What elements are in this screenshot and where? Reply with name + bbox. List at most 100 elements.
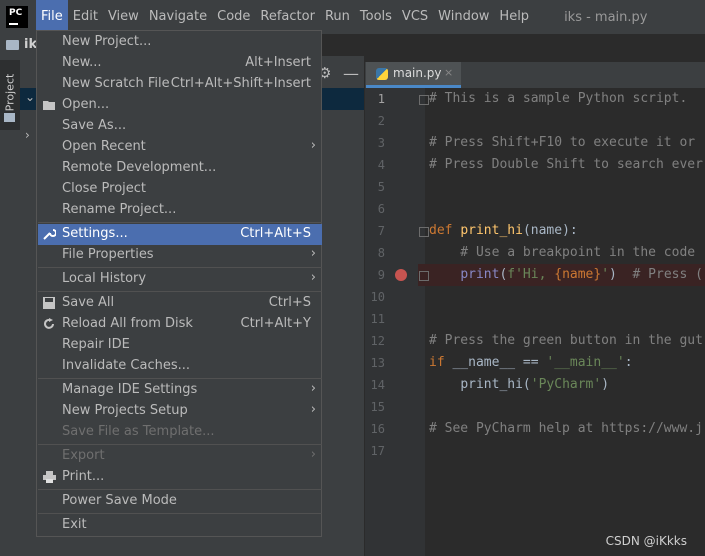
line-number: 12 [370,334,385,348]
menu-item-remote-development[interactable]: Remote Development... [38,158,322,179]
menu-item-repair-ide[interactable]: Repair IDE [38,335,322,356]
menu-tools[interactable]: Tools [355,0,397,34]
menu-run[interactable]: Run [320,0,355,34]
line-number: 16 [370,422,385,436]
breakpoint-icon[interactable] [395,269,407,281]
window-title: iks - main.py [564,9,648,25]
code-token: : [624,355,633,370]
code-token: ) [609,267,633,282]
menu-help[interactable]: Help [494,0,534,34]
tab-main-py-label[interactable]: main.py [393,66,442,80]
menu-vcs[interactable]: VCS [397,0,433,34]
menu-navigate[interactable]: Navigate [144,0,212,34]
menu-item-save-file-as-template: Save File as Template... [38,422,322,443]
menu-item-settings[interactable]: Settings... Ctrl+Alt+S [38,224,322,245]
shortcut-label: Ctrl+Alt+Y [240,316,311,331]
menu-item-save-as[interactable]: Save As... [38,116,322,137]
code-line: def print_hi(name): [429,223,578,238]
reload-icon [44,318,54,329]
menu-item-label: Remote Development... [62,160,217,175]
code-line: print_hi('PyCharm') [429,377,609,392]
close-icon[interactable]: × [444,66,453,79]
menu-item-new-projects-setup[interactable]: New Projects Setup › [38,401,322,422]
menu-item-label: Invalidate Caches... [62,358,191,373]
menu-item-label: Reload All from Disk [62,316,193,331]
menu-item-label: New Project... [62,34,152,49]
menu-item-label: Print... [62,469,105,484]
submenu-arrow-icon: › [310,402,316,417]
menu-separator [38,444,322,445]
menu-edit[interactable]: Edit [68,0,103,34]
line-number: 3 [377,136,385,150]
menu-item-close-project[interactable]: Close Project [38,179,322,200]
print-icon [43,471,56,483]
line-number: 10 [370,290,385,304]
menu-item-label: Save All [62,295,115,310]
fold-marker-icon[interactable] [419,95,429,105]
line-number: 5 [377,180,385,194]
code-line: # Press Double Shift to search ever [429,157,703,172]
fold-marker-icon[interactable] [419,271,429,281]
menu-item-new-scratch-file[interactable]: New Scratch File Ctrl+Alt+Shift+Insert [38,74,322,95]
shortcut-label: Ctrl+Alt+Shift+Insert [170,76,311,91]
menu-item-save-all[interactable]: Save All Ctrl+S [38,293,322,314]
builtin-token: print [460,267,500,282]
string-token: f'Hi, [507,267,555,282]
code-token: ) [601,377,610,392]
line-number: 8 [377,246,385,260]
menu-item-label: File Properties [62,247,154,262]
string-token: ' [601,267,610,282]
fstring-var-token: {name} [554,267,602,282]
menu-file[interactable]: File [36,0,68,34]
code-line: if __name__ == '__main__': [429,355,633,370]
menu-item-power-save-mode[interactable]: Power Save Mode [38,491,322,512]
line-number: 2 [377,114,385,128]
menu-separator [38,267,322,268]
submenu-arrow-icon: › [310,381,316,396]
chevron-right-icon[interactable]: › [25,128,30,142]
minus-icon[interactable]: — [343,64,359,83]
menu-separator [38,513,322,514]
function-name-token: print_hi [460,223,523,238]
menu-item-new[interactable]: New... Alt+Insert [38,53,322,74]
menu-item-reload-all[interactable]: Reload All from Disk Ctrl+Alt+Y [38,314,322,335]
shortcut-label: Ctrl+Alt+S [240,226,311,241]
menu-item-label: New Scratch File [62,76,170,91]
menu-item-exit[interactable]: Exit [38,515,322,536]
code-line: print(f'Hi, {name}') # Press ( [429,267,703,282]
file-menu-dropdown: New Project... New... Alt+Insert New Scra… [36,30,322,537]
menu-item-label: Open Recent [62,139,146,154]
menu-item-print[interactable]: Print... [38,467,322,488]
menu-item-export: Export › [38,446,322,467]
menu-item-invalidate-caches[interactable]: Invalidate Caches... [38,356,322,377]
submenu-arrow-icon: › [310,138,316,153]
menu-item-manage-ide-settings[interactable]: Manage IDE Settings › [38,380,322,401]
menu-item-rename-project[interactable]: Rename Project... [38,200,322,221]
line-number: 1 [377,92,385,106]
menu-separator [38,291,322,292]
menu-item-file-properties[interactable]: File Properties › [38,245,322,266]
menu-item-open-recent[interactable]: Open Recent › [38,137,322,158]
menu-item-label: Open... [62,97,110,112]
left-tool-window-bar [0,56,20,556]
menu-separator [38,489,322,490]
code-token: __name__ == [452,355,547,370]
menu-item-label: Repair IDE [62,337,130,352]
menu-refactor[interactable]: Refactor [255,0,320,34]
menu-item-local-history[interactable]: Local History › [38,269,322,290]
pycharm-logo-icon: PC [6,6,28,28]
menu-item-new-project[interactable]: New Project... [38,32,322,53]
chevron-down-icon[interactable]: ⌄ [25,90,35,104]
line-number: 15 [370,400,385,414]
code-token: (name): [522,223,578,238]
open-folder-icon [43,101,55,110]
menu-item-open[interactable]: Open... [38,95,322,116]
menu-view[interactable]: View [103,0,144,34]
comment-token: # Press ( [632,267,703,282]
code-line: # See PyCharm help at https://www.j [429,421,703,436]
line-number: 11 [370,312,385,326]
settings-wrench-icon [43,229,56,240]
fold-marker-icon[interactable] [419,227,429,237]
menu-window[interactable]: Window [433,0,494,34]
menu-code[interactable]: Code [212,0,255,34]
